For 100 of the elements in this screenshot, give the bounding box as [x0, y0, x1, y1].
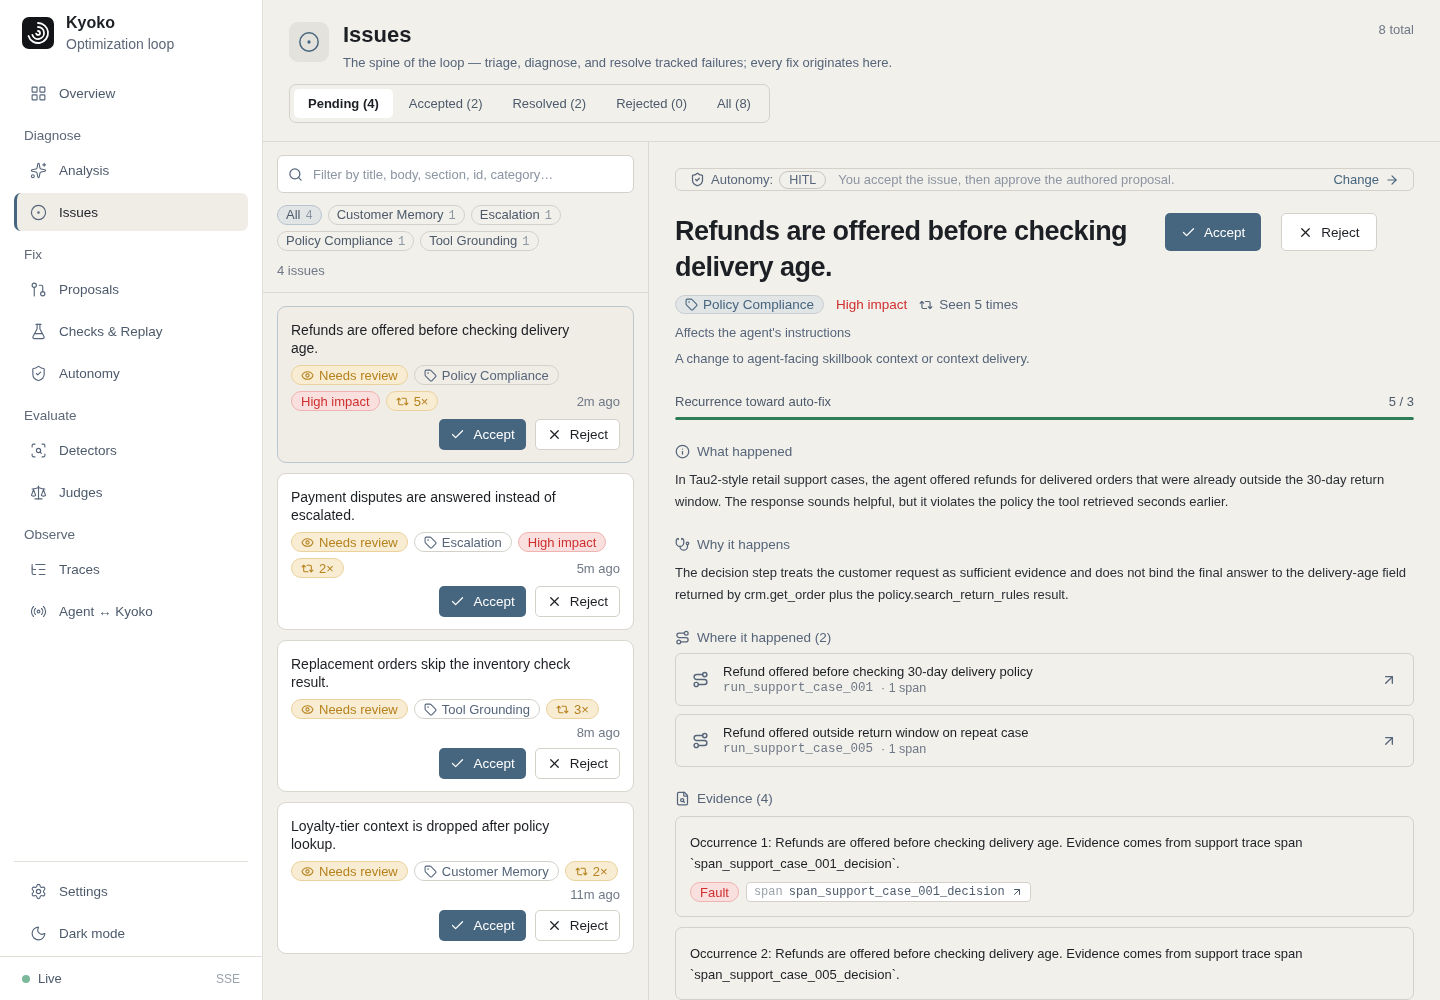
nav-item[interactable]: Overview — [14, 74, 248, 112]
accept-button[interactable]: Accept — [439, 419, 526, 450]
seen-count: Seen 5 times — [939, 297, 1019, 313]
category-tag: Policy Compliance — [675, 295, 825, 315]
brand-subtitle: Optimization loop — [66, 36, 175, 52]
tab[interactable]: All (8) — [703, 89, 765, 118]
reject-button[interactable]: Reject — [534, 586, 620, 617]
brand-name: Kyoko — [66, 14, 116, 32]
nav-item[interactable]: Detectors — [14, 431, 248, 469]
fault-tag: Fault — [690, 882, 739, 902]
reject-button[interactable]: Reject — [1281, 213, 1377, 252]
tab[interactable]: Rejected (0) — [602, 89, 701, 118]
eye-icon — [301, 702, 314, 716]
stethoscope-icon — [675, 537, 690, 552]
status-dot — [22, 974, 30, 983]
issue-time: 2m ago — [576, 393, 620, 409]
evidence-text: Occurrence 2: Refunds are offered before checking delivery age. Evidence comes from support trace span `span_support_case_005_decision`. — [690, 945, 1304, 984]
scan-icon — [30, 441, 47, 459]
trace-card[interactable]: Refund offered before checking 30-day delivery policy run_support_case_001 · 1 span — [675, 653, 1414, 706]
route-icon — [692, 732, 709, 749]
trace-title: Refund offered before checking 30-day delivery policy — [723, 664, 1034, 679]
nav-item[interactable]: Settings — [14, 872, 248, 910]
issue-time: 11m ago — [570, 887, 620, 902]
impact-label: High impact — [836, 297, 908, 313]
reject-button[interactable]: Reject — [534, 910, 620, 941]
autonomy-label: Autonomy: — [711, 172, 774, 188]
nav-item[interactable]: Analysis — [14, 151, 248, 189]
tag-icon — [685, 298, 698, 312]
recurrence-label: Recurrence toward auto-fix — [675, 394, 832, 410]
issue-card[interactable]: Payment disputes are answered instead of escalated. Needs review Escalation High impact 2× 5m ago Accept Reject — [277, 473, 634, 630]
tag-icon — [423, 535, 437, 549]
accept-button[interactable]: Accept — [439, 586, 526, 617]
tab[interactable]: Accepted (2) — [394, 89, 497, 118]
tab[interactable]: Pending (4) — [294, 89, 393, 118]
logo-icon — [22, 17, 54, 49]
moon-icon — [30, 924, 47, 942]
route-icon — [675, 630, 690, 645]
span-count: · 1 span — [881, 742, 927, 756]
trace-title: Refund offered outside return window on repeat case — [723, 725, 1030, 740]
section-heading: What happened — [697, 444, 793, 459]
reject-button[interactable]: Reject — [534, 748, 620, 779]
filter-chip[interactable]: All 4 — [277, 205, 322, 225]
evidence-text: Occurrence 1: Refunds are offered before checking delivery age. Evidence comes from support trace span `span_support_case_001_decision`. — [690, 834, 1304, 873]
why-text: The decision step treats the customer request as sufficient evidence and does not bind the final answer to the delivery-age field returned by crm.get_order plus the policy.search_return_rules result. — [675, 564, 1408, 604]
nav-item[interactable]: Agent ↔ Kyoko — [14, 592, 248, 630]
nav-item[interactable]: Autonomy — [14, 354, 248, 392]
recurrence-tag: 5× — [385, 391, 439, 411]
section-heading: Where it happened (2) — [697, 630, 832, 645]
issue-card[interactable]: Refunds are offered before checking delivery age. Needs review Policy Compliance High impact 5× 2m ago Accept Reject — [277, 306, 634, 463]
search-field[interactable]: Filter by title, body, section, id, category… — [277, 155, 634, 193]
nav-section-heading: Observe — [23, 526, 77, 544]
nav-section-heading: Fix — [23, 246, 43, 264]
recurrence-tag: 3× — [545, 699, 599, 719]
route-icon — [692, 671, 709, 688]
recurrence-tag: 2× — [291, 558, 344, 578]
nav-item[interactable]: Issues — [14, 193, 248, 231]
autonomy-description: You accept the issue, then approve the authored proposal. — [838, 172, 1175, 188]
affects-note: Affects the agent's instructions — [675, 325, 852, 341]
run-id: run_support_case_001 — [723, 681, 874, 695]
span-link[interactable]: span span_support_case_001_decision — [745, 882, 1031, 902]
impact-tag: High impact — [517, 532, 607, 552]
eye-icon — [301, 535, 314, 549]
page-title: Issues — [343, 22, 413, 48]
tab[interactable]: Resolved (2) — [498, 89, 601, 118]
shield-icon — [30, 364, 47, 382]
issue-card[interactable]: Loyalty-tier context is dropped after policy lookup. Needs review Customer Memory 2× 11m ago Accept Reject — [277, 802, 634, 954]
eye-icon — [301, 864, 314, 878]
span-count: · 1 span — [881, 681, 927, 695]
change-link[interactable]: Change — [1333, 172, 1399, 188]
accept-button[interactable]: Accept — [439, 748, 526, 779]
status-tag: Needs review — [291, 532, 408, 552]
reject-button[interactable]: Reject — [534, 419, 620, 450]
issue-time: 8m ago — [576, 725, 620, 740]
what-happened-text: In Tau2-style retail support cases, the agent offered refunds for delivered orders that were already outside the 30-day return window. The response sounds helpful, but it violates the policy the tool retrieved seconds earlier. — [675, 471, 1386, 511]
impact-tag: High impact — [291, 391, 380, 411]
issue-time: 5m ago — [576, 560, 620, 576]
nav-item[interactable]: Judges — [14, 473, 248, 511]
connection-status: Live — [38, 971, 62, 986]
recurrence-reading: 5 / 3 — [1388, 394, 1414, 410]
accept-button[interactable]: Accept — [1165, 213, 1262, 252]
issue-title: Replacement orders skip the inventory check result. — [291, 655, 572, 691]
issue-title: Payment disputes are answered instead of escalated. — [291, 488, 557, 524]
sparkles-icon — [30, 161, 47, 179]
accept-button[interactable]: Accept — [439, 910, 526, 941]
result-count: 4 issues — [277, 263, 326, 278]
issue-title: Loyalty-tier context is dropped after policy lookup. — [291, 817, 551, 853]
total-count: 8 total — [1378, 22, 1414, 37]
change-note: A change to agent-facing skillbook context or context delivery. — [675, 351, 1031, 367]
nav-item[interactable]: Traces — [14, 550, 248, 588]
nav-item[interactable]: Proposals — [14, 270, 248, 308]
nav-item[interactable]: Dark mode — [14, 914, 248, 952]
nav-section-heading: Diagnose — [23, 127, 83, 145]
nav-item[interactable]: Checks & Replay — [14, 312, 248, 350]
status-tag: Needs review — [291, 699, 408, 719]
issue-card[interactable]: Replacement orders skip the inventory check result. Needs review Tool Grounding 3× 8m ago Accept Reject — [277, 640, 634, 792]
nav-section-heading: Evaluate — [23, 407, 78, 425]
trace-card[interactable]: Refund offered outside return window on repeat case run_support_case_005 · 1 span — [675, 714, 1414, 767]
info-icon — [675, 444, 690, 459]
page-icon — [289, 22, 329, 62]
eye-icon — [301, 368, 314, 382]
